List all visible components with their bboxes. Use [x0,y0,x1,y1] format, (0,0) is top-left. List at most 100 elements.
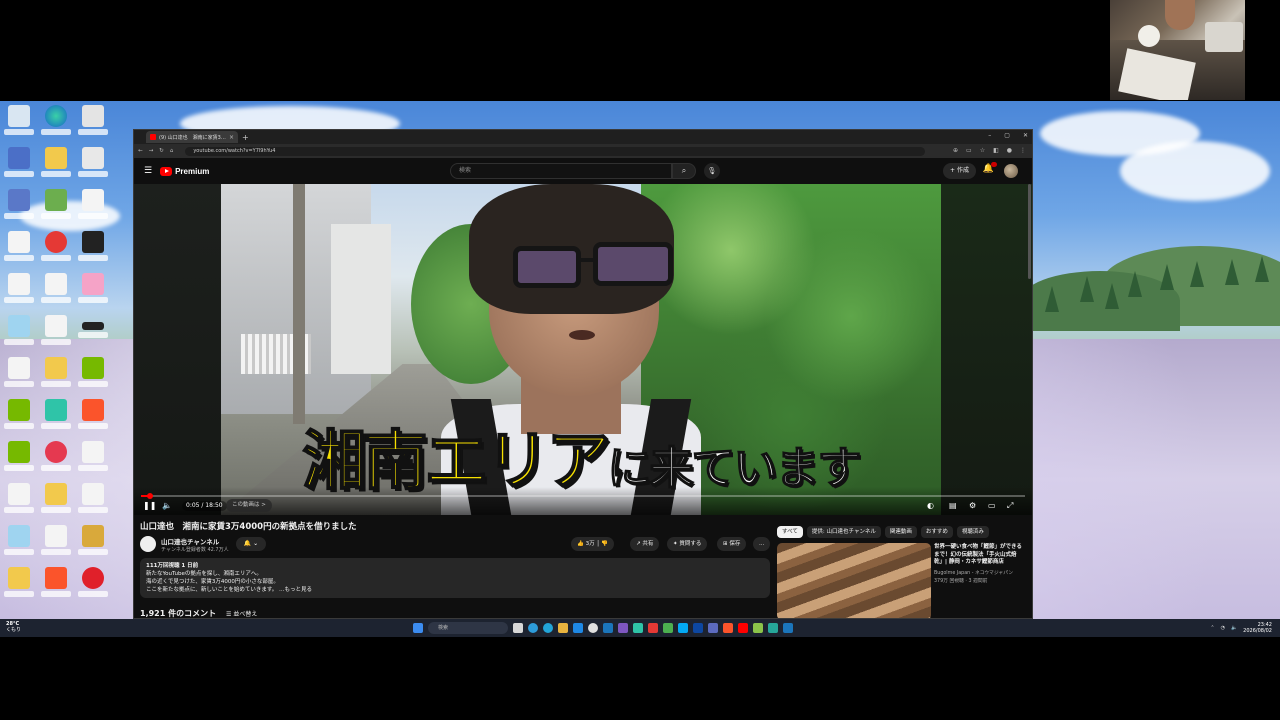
desktop-icon-nvidia[interactable] [76,357,110,397]
desktop-icon-app[interactable] [39,399,73,439]
chrome-icon[interactable] [528,623,538,633]
start-windows-icon[interactable] [413,623,423,633]
desktop-icon-nvidia[interactable] [2,399,36,439]
desktop-icon-file[interactable] [2,483,36,523]
notifications-bell-icon[interactable]: 🔔 [983,162,997,174]
desktop-icon-folder[interactable] [39,357,73,397]
desktop-icon-file[interactable] [2,273,36,313]
recommended-video-channel[interactable]: Bugolme Japan - ネコウマジャパン [934,569,1026,576]
reload-icon[interactable]: ↻ [159,148,164,154]
app-icon[interactable] [738,623,748,633]
desktop-icon-brave[interactable] [39,567,73,607]
app-icon[interactable] [693,623,703,633]
settings-gear-icon[interactable]: ⚙ [969,501,976,510]
chip-related[interactable]: 関連動画 [884,526,917,538]
weather-widget[interactable]: 28°C くもり [6,621,21,633]
video-player[interactable]: 湘南エリアに来ています ❚❚ 🔈 0:05 / 18:50 この動画は > ◐ … [134,184,1032,515]
app-icon[interactable] [573,623,583,633]
subtitles-icon[interactable]: ▤ [949,501,957,510]
cast-icon[interactable]: ▭ [966,147,972,154]
pause-icon[interactable]: ❚❚ [143,501,156,510]
desktop-icon-folder[interactable] [39,147,73,187]
youtube-logo[interactable]: Premium [160,166,209,176]
desktop-icon-folder[interactable] [76,525,110,565]
desktop-icon-app[interactable] [76,147,110,187]
new-tab-button[interactable]: + [242,133,249,142]
steam-icon[interactable] [603,623,613,633]
home-icon[interactable]: ⌂ [170,148,174,154]
hamburger-menu-icon[interactable]: ☰ [144,166,152,176]
maximize-button[interactable]: ▢ [1004,132,1010,139]
task-view-icon[interactable] [513,623,523,633]
theater-mode-icon[interactable]: ▭ [988,501,996,510]
desktop-icon-folder[interactable] [39,483,73,523]
chip-all[interactable]: すべて [777,526,803,538]
desktop-icon-app[interactable] [39,189,73,229]
ask-button[interactable]: ✦ 質問する [667,537,708,551]
chip-channel[interactable]: 提供: 山口達也チャンネル [806,526,881,538]
app-icon[interactable] [708,623,718,633]
progress-bar[interactable] [141,493,1025,499]
tab-close-icon[interactable]: × [229,134,234,141]
wifi-icon[interactable]: ◔ [1221,625,1225,631]
desktop-icon-recycle-bin[interactable] [2,105,36,145]
browser-menu-icon[interactable]: ⋮ [1020,147,1026,154]
chapter-button[interactable]: この動画は > [226,499,272,512]
search-input[interactable]: 検索 [450,163,672,179]
more-actions-button[interactable]: ... [753,537,771,551]
app-icon[interactable] [753,623,763,633]
speaker-icon[interactable]: 🔈 [1231,625,1237,631]
edge-icon[interactable] [543,623,553,633]
chip-recommended[interactable]: おすすめ [920,526,953,538]
app-icon[interactable] [618,623,628,633]
desktop-icon-file[interactable] [2,231,36,271]
desktop-icon-file[interactable] [76,441,110,481]
create-button[interactable]: + 作成 [943,163,976,179]
minimize-button[interactable]: – [988,132,991,139]
desktop-icon-file[interactable] [2,357,36,397]
app-icon[interactable] [663,623,673,633]
recommended-video-title[interactable]: 世界一硬い食べ物「鰹節」ができるまで！幻の伝統製法「手火山式焙乾」| 静岡・カネ… [934,544,1026,567]
brave-icon[interactable] [723,623,733,633]
app-icon[interactable] [648,623,658,633]
save-button[interactable]: ⊞ 保存 [717,537,747,551]
back-icon[interactable]: ← [138,148,143,154]
page-scrollbar[interactable] [1028,184,1031,279]
profile-icon[interactable]: ● [1007,147,1012,154]
desktop-icon-brave[interactable] [76,399,110,439]
app-icon[interactable] [678,623,688,633]
like-button[interactable]: 👍 3万 │ 👎 [571,537,615,551]
app-icon[interactable] [633,623,643,633]
chip-watched[interactable]: 視聴済み [956,526,989,538]
app-icon[interactable] [588,623,598,633]
account-avatar[interactable] [1004,164,1018,178]
desktop-icon-ea[interactable] [39,231,73,271]
voice-search-button[interactable]: 🎙 [704,163,720,179]
desktop-icon-nvidia[interactable] [2,441,36,481]
zoom-icon[interactable]: ⊕ [953,147,958,154]
desktop-icon-switch[interactable] [76,231,110,271]
tab-youtube[interactable]: (9) 山口達也 湘南に家賃3… × [146,131,238,143]
desktop-icon-app[interactable] [76,105,110,145]
desktop-icon-file[interactable] [39,315,73,355]
desktop-icon-file[interactable] [39,525,73,565]
fullscreen-icon[interactable]: ⤢ [1007,501,1013,511]
extensions-icon[interactable]: ◧ [993,147,999,154]
channel-name[interactable]: 山口達也チャンネル [161,536,219,546]
channel-avatar[interactable] [140,536,156,552]
tray-chevron-icon[interactable]: ⌃ [1210,625,1214,631]
subscribed-bell-button[interactable]: 🔔 ⌄ [236,537,266,551]
url-field[interactable]: youtube.com/watch?v=Y7l9hYu4 [185,146,926,156]
close-window-button[interactable]: ✕ [1023,132,1028,139]
search-button[interactable]: ⌕ [672,163,696,179]
description-box[interactable]: 111万回視聴 1 日前 新たなYouTubeの拠点を探し、湘南エリアへ。 海の… [140,558,770,598]
desktop-icon-app[interactable] [2,525,36,565]
desktop-icon-app[interactable] [39,441,73,481]
desktop-icon-file[interactable] [76,483,110,523]
steam-icon[interactable] [783,623,793,633]
volume-icon[interactable]: 🔈 [162,501,172,510]
desktop-icon-app[interactable] [2,189,36,229]
recommended-video-thumbnail[interactable] [777,543,931,618]
app-icon[interactable] [768,623,778,633]
file-explorer-icon[interactable] [558,623,568,633]
